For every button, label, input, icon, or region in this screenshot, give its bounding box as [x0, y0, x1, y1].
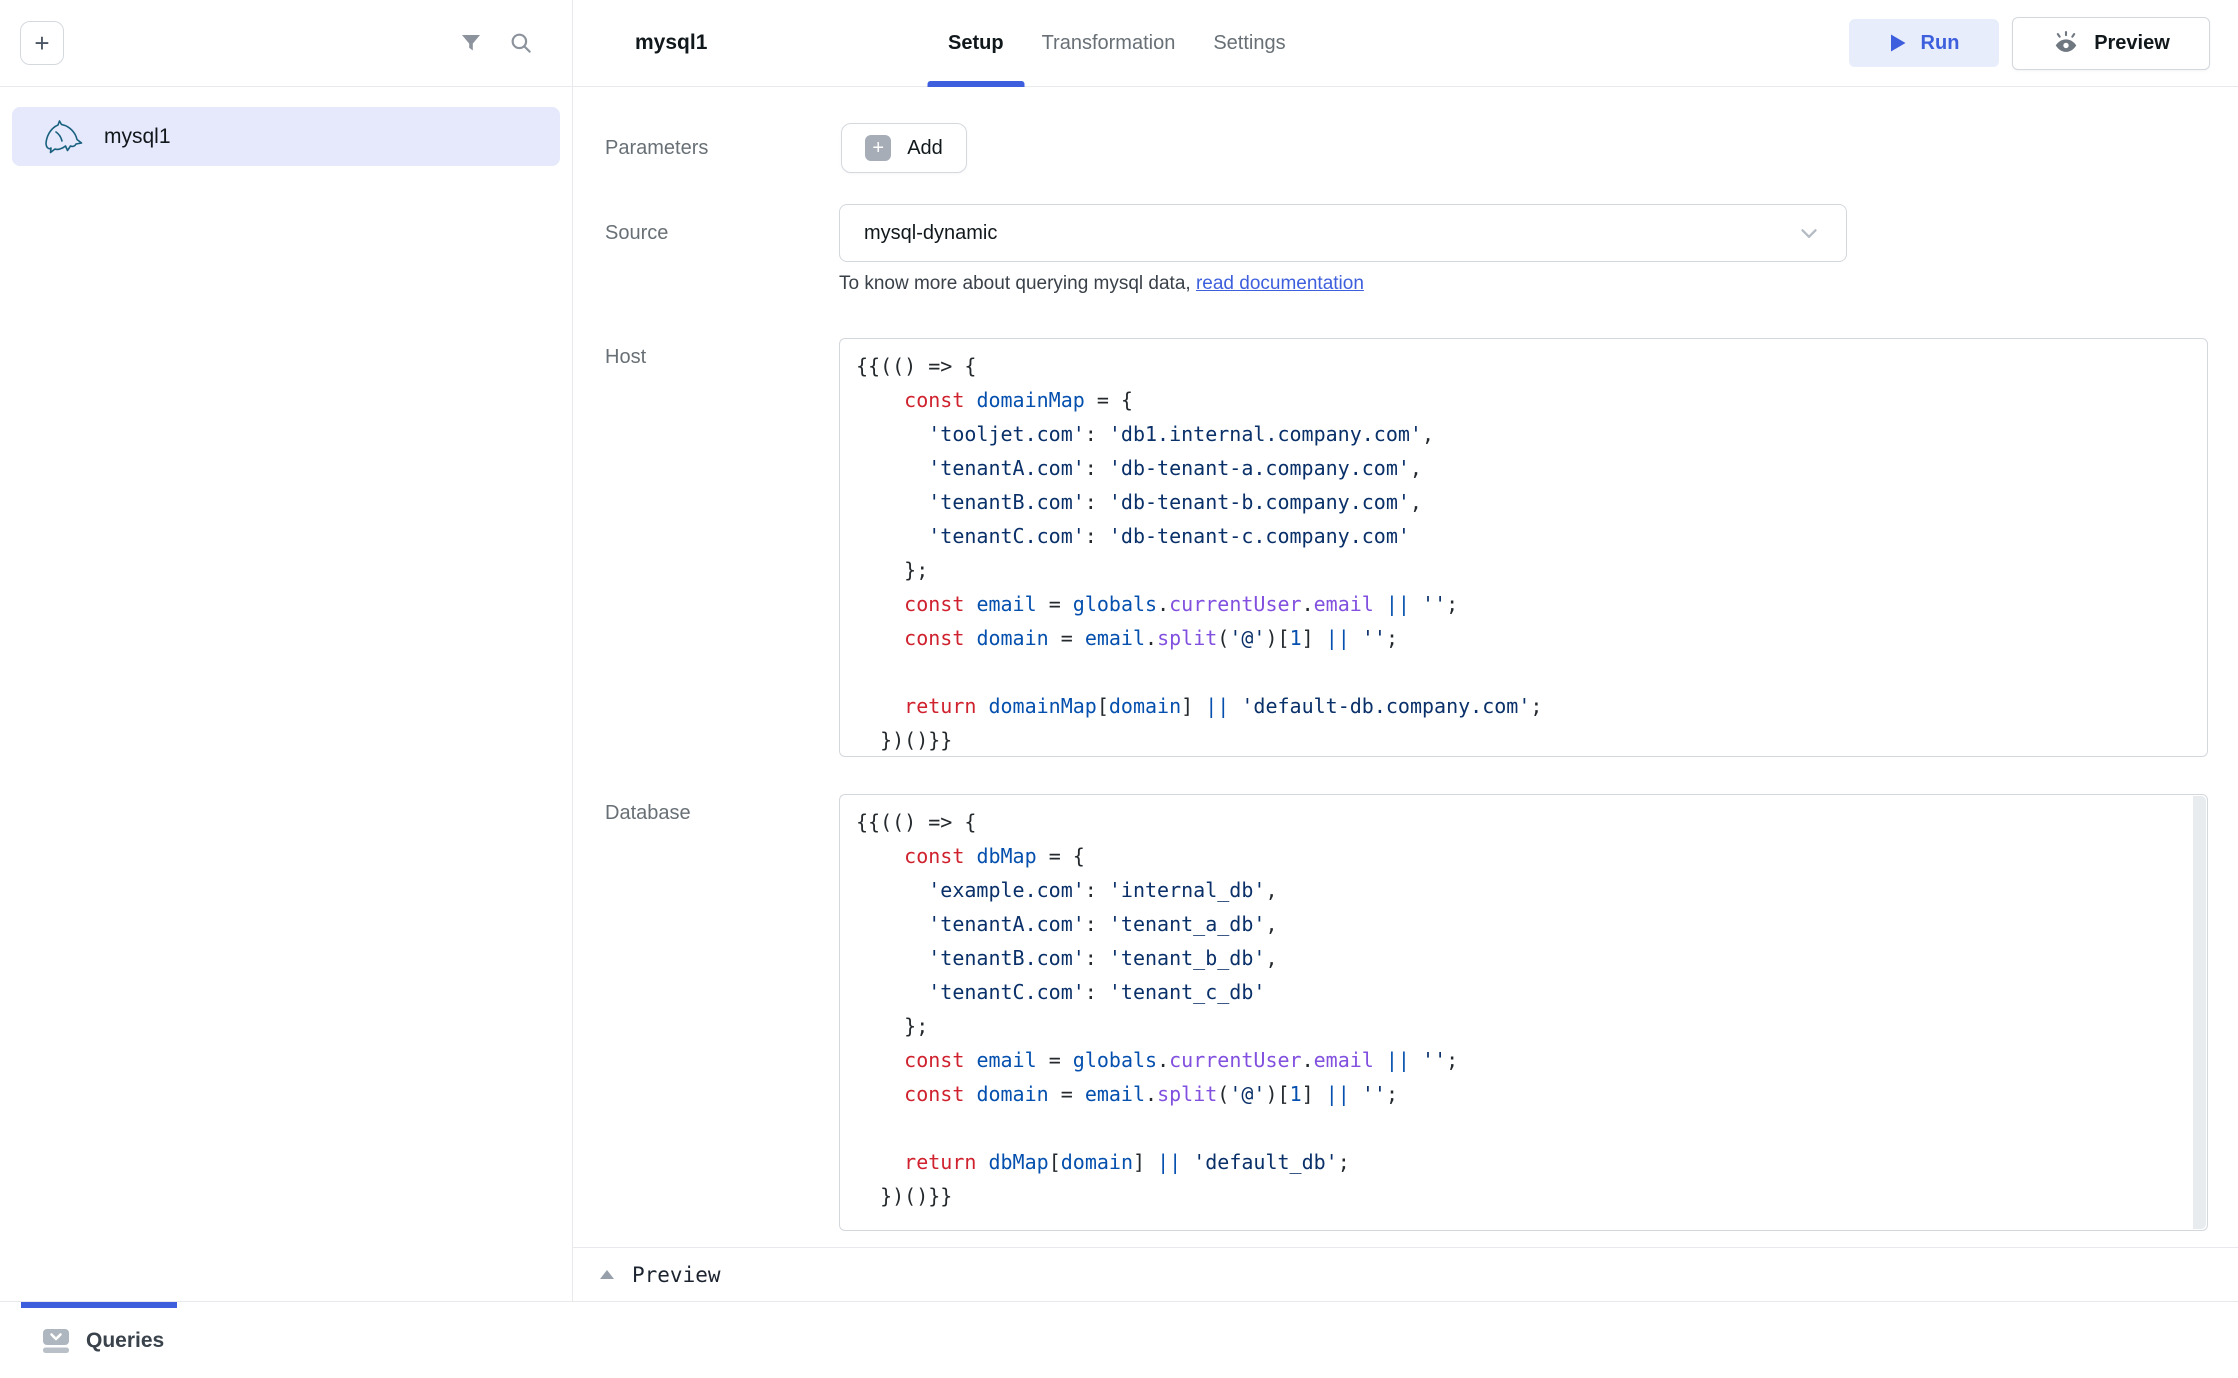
- add-query-button[interactable]: +: [20, 21, 64, 65]
- parameters-label: Parameters: [605, 123, 708, 173]
- mysql-dolphin-icon: [42, 119, 84, 155]
- run-button[interactable]: Run: [1849, 19, 1999, 67]
- search-icon[interactable]: [504, 26, 538, 60]
- source-help-prefix: To know more about querying mysql data,: [839, 273, 1196, 294]
- play-icon: [1889, 33, 1907, 53]
- query-item-label: mysql1: [104, 125, 171, 149]
- editor-tabs: Setup Transformation Settings: [948, 0, 1286, 86]
- bottom-panel: Queries: [0, 1301, 2238, 1378]
- sidebar-header: +: [0, 0, 572, 87]
- source-select[interactable]: mysql-dynamic: [839, 204, 1847, 262]
- tab-transformation[interactable]: Transformation: [1042, 0, 1176, 86]
- add-parameter-label: Add: [907, 137, 943, 160]
- source-label: Source: [605, 204, 668, 262]
- setup-form: Parameters + Add Source mysql-dynamic To…: [573, 87, 2238, 1301]
- plus-icon: +: [865, 135, 891, 161]
- query-list-item-mysql1[interactable]: mysql1: [12, 107, 560, 166]
- read-documentation-link[interactable]: read documentation: [1196, 273, 1364, 294]
- collapse-triangle-icon: [600, 1270, 614, 1279]
- queries-sidebar: + mysql1: [0, 0, 573, 1301]
- header-actions: Run Preview: [1849, 0, 2210, 86]
- eye-icon: [2052, 30, 2080, 56]
- query-editor-main: mysql1 Setup Transformation Settings: [573, 0, 2238, 1301]
- queries-panel-label: Queries: [86, 1329, 164, 1353]
- queries-active-indicator: [21, 1302, 177, 1308]
- database-code: {{(() => { const dbMap = { 'example.com'…: [840, 795, 2207, 1223]
- tab-transformation-label: Transformation: [1042, 32, 1176, 55]
- filter-icon[interactable]: [454, 26, 488, 60]
- host-code: {{(() => { const domainMap = { 'tooljet.…: [840, 339, 2207, 757]
- queries-panel-icon: [42, 1328, 70, 1354]
- query-list: mysql1: [0, 87, 572, 186]
- source-help-text: To know more about querying mysql data, …: [839, 273, 1364, 295]
- tab-setup[interactable]: Setup: [948, 0, 1004, 86]
- query-editor-app: + mysql1: [0, 0, 2238, 1378]
- main-header: mysql1 Setup Transformation Settings: [573, 0, 2238, 87]
- preview-section-label: Preview: [632, 1263, 721, 1287]
- tab-settings-label: Settings: [1213, 32, 1285, 55]
- preview-button-label: Preview: [2094, 32, 2170, 55]
- tab-settings[interactable]: Settings: [1213, 0, 1285, 86]
- database-editor-scrollbar[interactable]: [2193, 796, 2206, 1229]
- add-parameter-button[interactable]: + Add: [841, 123, 967, 173]
- host-label: Host: [605, 346, 646, 369]
- database-code-editor[interactable]: {{(() => { const dbMap = { 'example.com'…: [839, 794, 2208, 1231]
- run-button-label: Run: [1921, 32, 1960, 55]
- preview-section-toggle[interactable]: Preview: [573, 1247, 2238, 1301]
- page-title: mysql1: [635, 0, 707, 86]
- queries-panel-toggle[interactable]: Queries: [42, 1328, 164, 1354]
- host-code-editor[interactable]: {{(() => { const domainMap = { 'tooljet.…: [839, 338, 2208, 757]
- source-select-value: mysql-dynamic: [864, 222, 997, 245]
- chevron-down-icon: [1796, 220, 1822, 246]
- preview-button[interactable]: Preview: [2012, 17, 2210, 70]
- tab-setup-label: Setup: [948, 32, 1004, 55]
- database-label: Database: [605, 802, 691, 825]
